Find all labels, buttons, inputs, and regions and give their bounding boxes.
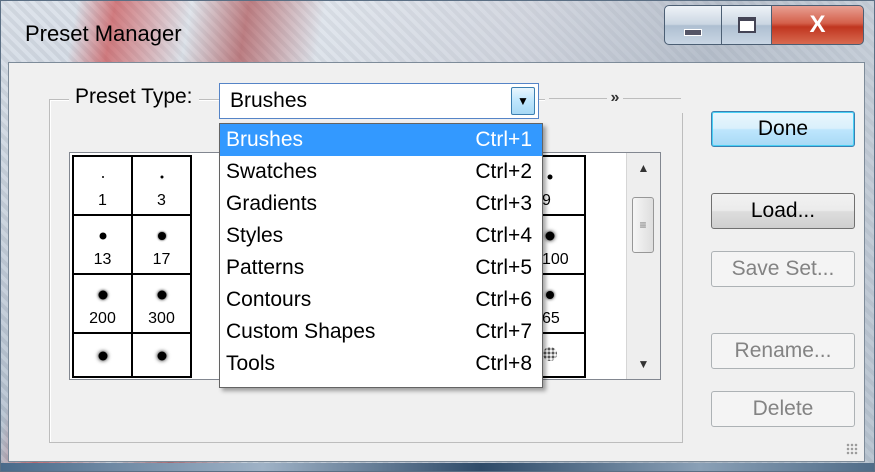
brush-size-label: 200	[89, 310, 116, 327]
dropdown-item-shortcut: Ctrl+7	[475, 320, 532, 343]
scroll-down-icon[interactable]: ▼	[627, 349, 660, 379]
brush-tip-icon	[98, 290, 107, 300]
panel-menu-button[interactable]: »	[545, 83, 685, 113]
preset-type-label: Preset Type:	[69, 83, 199, 111]
dropdown-item-shortcut: Ctrl+3	[475, 192, 532, 215]
dropdown-item-label: Tools	[226, 352, 276, 375]
brush-tip-icon	[101, 176, 104, 178]
dropdown-item-shortcut: Ctrl+8	[475, 352, 532, 375]
save-set-button[interactable]: Save Set...	[711, 251, 855, 287]
dropdown-item-swatches[interactable]: Swatches Ctrl+2	[220, 156, 542, 188]
chevron-down-icon[interactable]: ▼	[511, 87, 535, 115]
caption-buttons: X	[664, 5, 864, 45]
brush-tip-icon	[547, 174, 553, 180]
brush-size-label: 17	[152, 251, 171, 268]
preset-type-value: Brushes	[230, 89, 308, 112]
window-title: Preset Manager	[25, 21, 182, 46]
brush-thumbnail[interactable]: 3	[131, 155, 192, 216]
brush-thumbnail[interactable]: 65	[536, 273, 586, 334]
brush-tip-icon	[545, 231, 555, 241]
dropdown-item-patterns[interactable]: Patterns Ctrl+5	[220, 252, 542, 284]
dropdown-item-label: Custom Shapes	[226, 320, 376, 343]
dropdown-item-custom-shapes[interactable]: Custom Shapes Ctrl+7	[220, 316, 542, 348]
dropdown-item-label: Swatches	[226, 160, 318, 183]
maximize-icon	[737, 17, 756, 33]
dropdown-item-shortcut: Ctrl+6	[475, 288, 532, 311]
done-button[interactable]: Done	[711, 111, 855, 147]
brush-thumbnail[interactable]: 13	[72, 214, 133, 275]
rename-button[interactable]: Rename...	[711, 333, 855, 369]
double-chevron-right-icon: »	[610, 89, 620, 106]
maximize-button[interactable]	[722, 5, 772, 45]
close-button[interactable]: X	[772, 5, 864, 45]
dropdown-item-label: Styles	[226, 224, 284, 247]
dropdown-item-shortcut: Ctrl+2	[475, 160, 532, 183]
brush-thumbnail[interactable]	[536, 332, 586, 378]
dropdown-item-shortcut: Ctrl+5	[475, 256, 532, 279]
dropdown-item-shortcut: Ctrl+1	[475, 128, 532, 151]
dropdown-item-brushes[interactable]: Brushes Ctrl+1	[220, 124, 542, 156]
brush-tip-icon	[160, 175, 163, 179]
resize-grip-icon[interactable]	[846, 443, 858, 455]
brush-thumbnail[interactable]: 200	[72, 273, 133, 334]
dropdown-item-label: Patterns	[226, 256, 305, 279]
brush-thumbnail[interactable]	[72, 332, 133, 378]
brush-size-label: 100	[542, 251, 569, 268]
brush-thumbnail[interactable]	[131, 332, 192, 378]
brush-tip-icon	[98, 351, 107, 361]
preset-type-dropdown-list: Brushes Ctrl+1 Swatches Ctrl+2 Gradients…	[219, 123, 543, 388]
brush-grid-scrollbar[interactable]: ▲ ≡ ▼	[626, 153, 660, 379]
brush-thumbnail[interactable]: 9	[536, 155, 586, 216]
brush-size-label: 13	[93, 251, 112, 268]
brush-thumbnail[interactable]: 17	[131, 214, 192, 275]
load-button[interactable]: Load...	[711, 193, 855, 229]
brush-thumbnail[interactable]: 100	[536, 214, 586, 275]
scroll-up-icon[interactable]: ▲	[627, 153, 660, 183]
preset-type-select[interactable]: Brushes ▼	[219, 83, 539, 119]
brush-tip-icon	[157, 290, 166, 300]
minimize-icon	[684, 28, 702, 36]
dropdown-item-tools[interactable]: Tools Ctrl+8	[220, 348, 542, 380]
dropdown-item-styles[interactable]: Styles Ctrl+4	[220, 220, 542, 252]
brush-thumbnail[interactable]: 1	[72, 155, 133, 216]
brush-thumbnail[interactable]: 300	[131, 273, 192, 334]
brush-size-label: 65	[542, 310, 560, 327]
minimize-button[interactable]	[664, 5, 722, 45]
brush-tip-icon	[157, 232, 166, 240]
scroll-thumb[interactable]: ≡	[632, 197, 654, 253]
dropdown-item-contours[interactable]: Contours Ctrl+6	[220, 284, 542, 316]
delete-button[interactable]: Delete	[711, 391, 855, 427]
dialog-client-area: Preset Type: Brushes ▼ » 1 13 200 3 17 3…	[8, 62, 865, 462]
close-icon: X	[809, 11, 826, 38]
brush-tip-icon	[157, 351, 166, 361]
brush-tip-icon	[99, 232, 106, 240]
dropdown-item-label: Contours	[226, 288, 312, 311]
brush-size-label: 3	[157, 192, 166, 209]
brush-size-label: 9	[542, 192, 551, 209]
brush-size-label: 300	[148, 310, 175, 327]
dropdown-item-gradients[interactable]: Gradients Ctrl+3	[220, 188, 542, 220]
brush-tip-icon	[546, 291, 554, 299]
dropdown-item-label: Gradients	[226, 192, 318, 215]
brush-size-label: 1	[98, 192, 107, 209]
brush-tip-icon	[543, 347, 557, 361]
dropdown-item-shortcut: Ctrl+4	[475, 224, 532, 247]
dropdown-item-label: Brushes	[226, 128, 304, 151]
